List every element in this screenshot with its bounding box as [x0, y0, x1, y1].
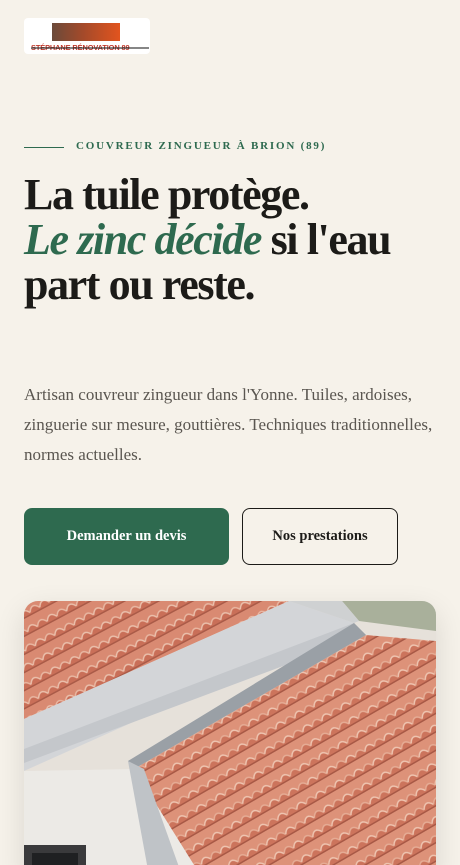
roof-tiles-photo — [24, 601, 436, 865]
headline-accent: Le zinc décide — [24, 215, 262, 264]
services-button[interactable]: Nos prestations — [242, 508, 398, 565]
hero-eyebrow: COUVREUR ZINGUEUR À BRION (89) — [76, 140, 327, 152]
hero-headline: La tuile protège. Le zinc décide si l'eau… — [24, 172, 434, 307]
logo-text: STÉPHANE RÉNOVATION 89 — [31, 43, 149, 53]
request-quote-button[interactable]: Demander un devis — [24, 508, 229, 565]
logo-mark-icon — [52, 23, 120, 41]
brand-logo[interactable]: STÉPHANE RÉNOVATION 89 — [24, 18, 150, 54]
eyebrow-divider — [24, 147, 64, 148]
headline-part-1: La tuile protège. — [24, 170, 310, 219]
hero-description: Artisan couvreur zingueur dans l'Yonne. … — [24, 385, 433, 464]
roof-photo-illustration — [24, 601, 436, 865]
